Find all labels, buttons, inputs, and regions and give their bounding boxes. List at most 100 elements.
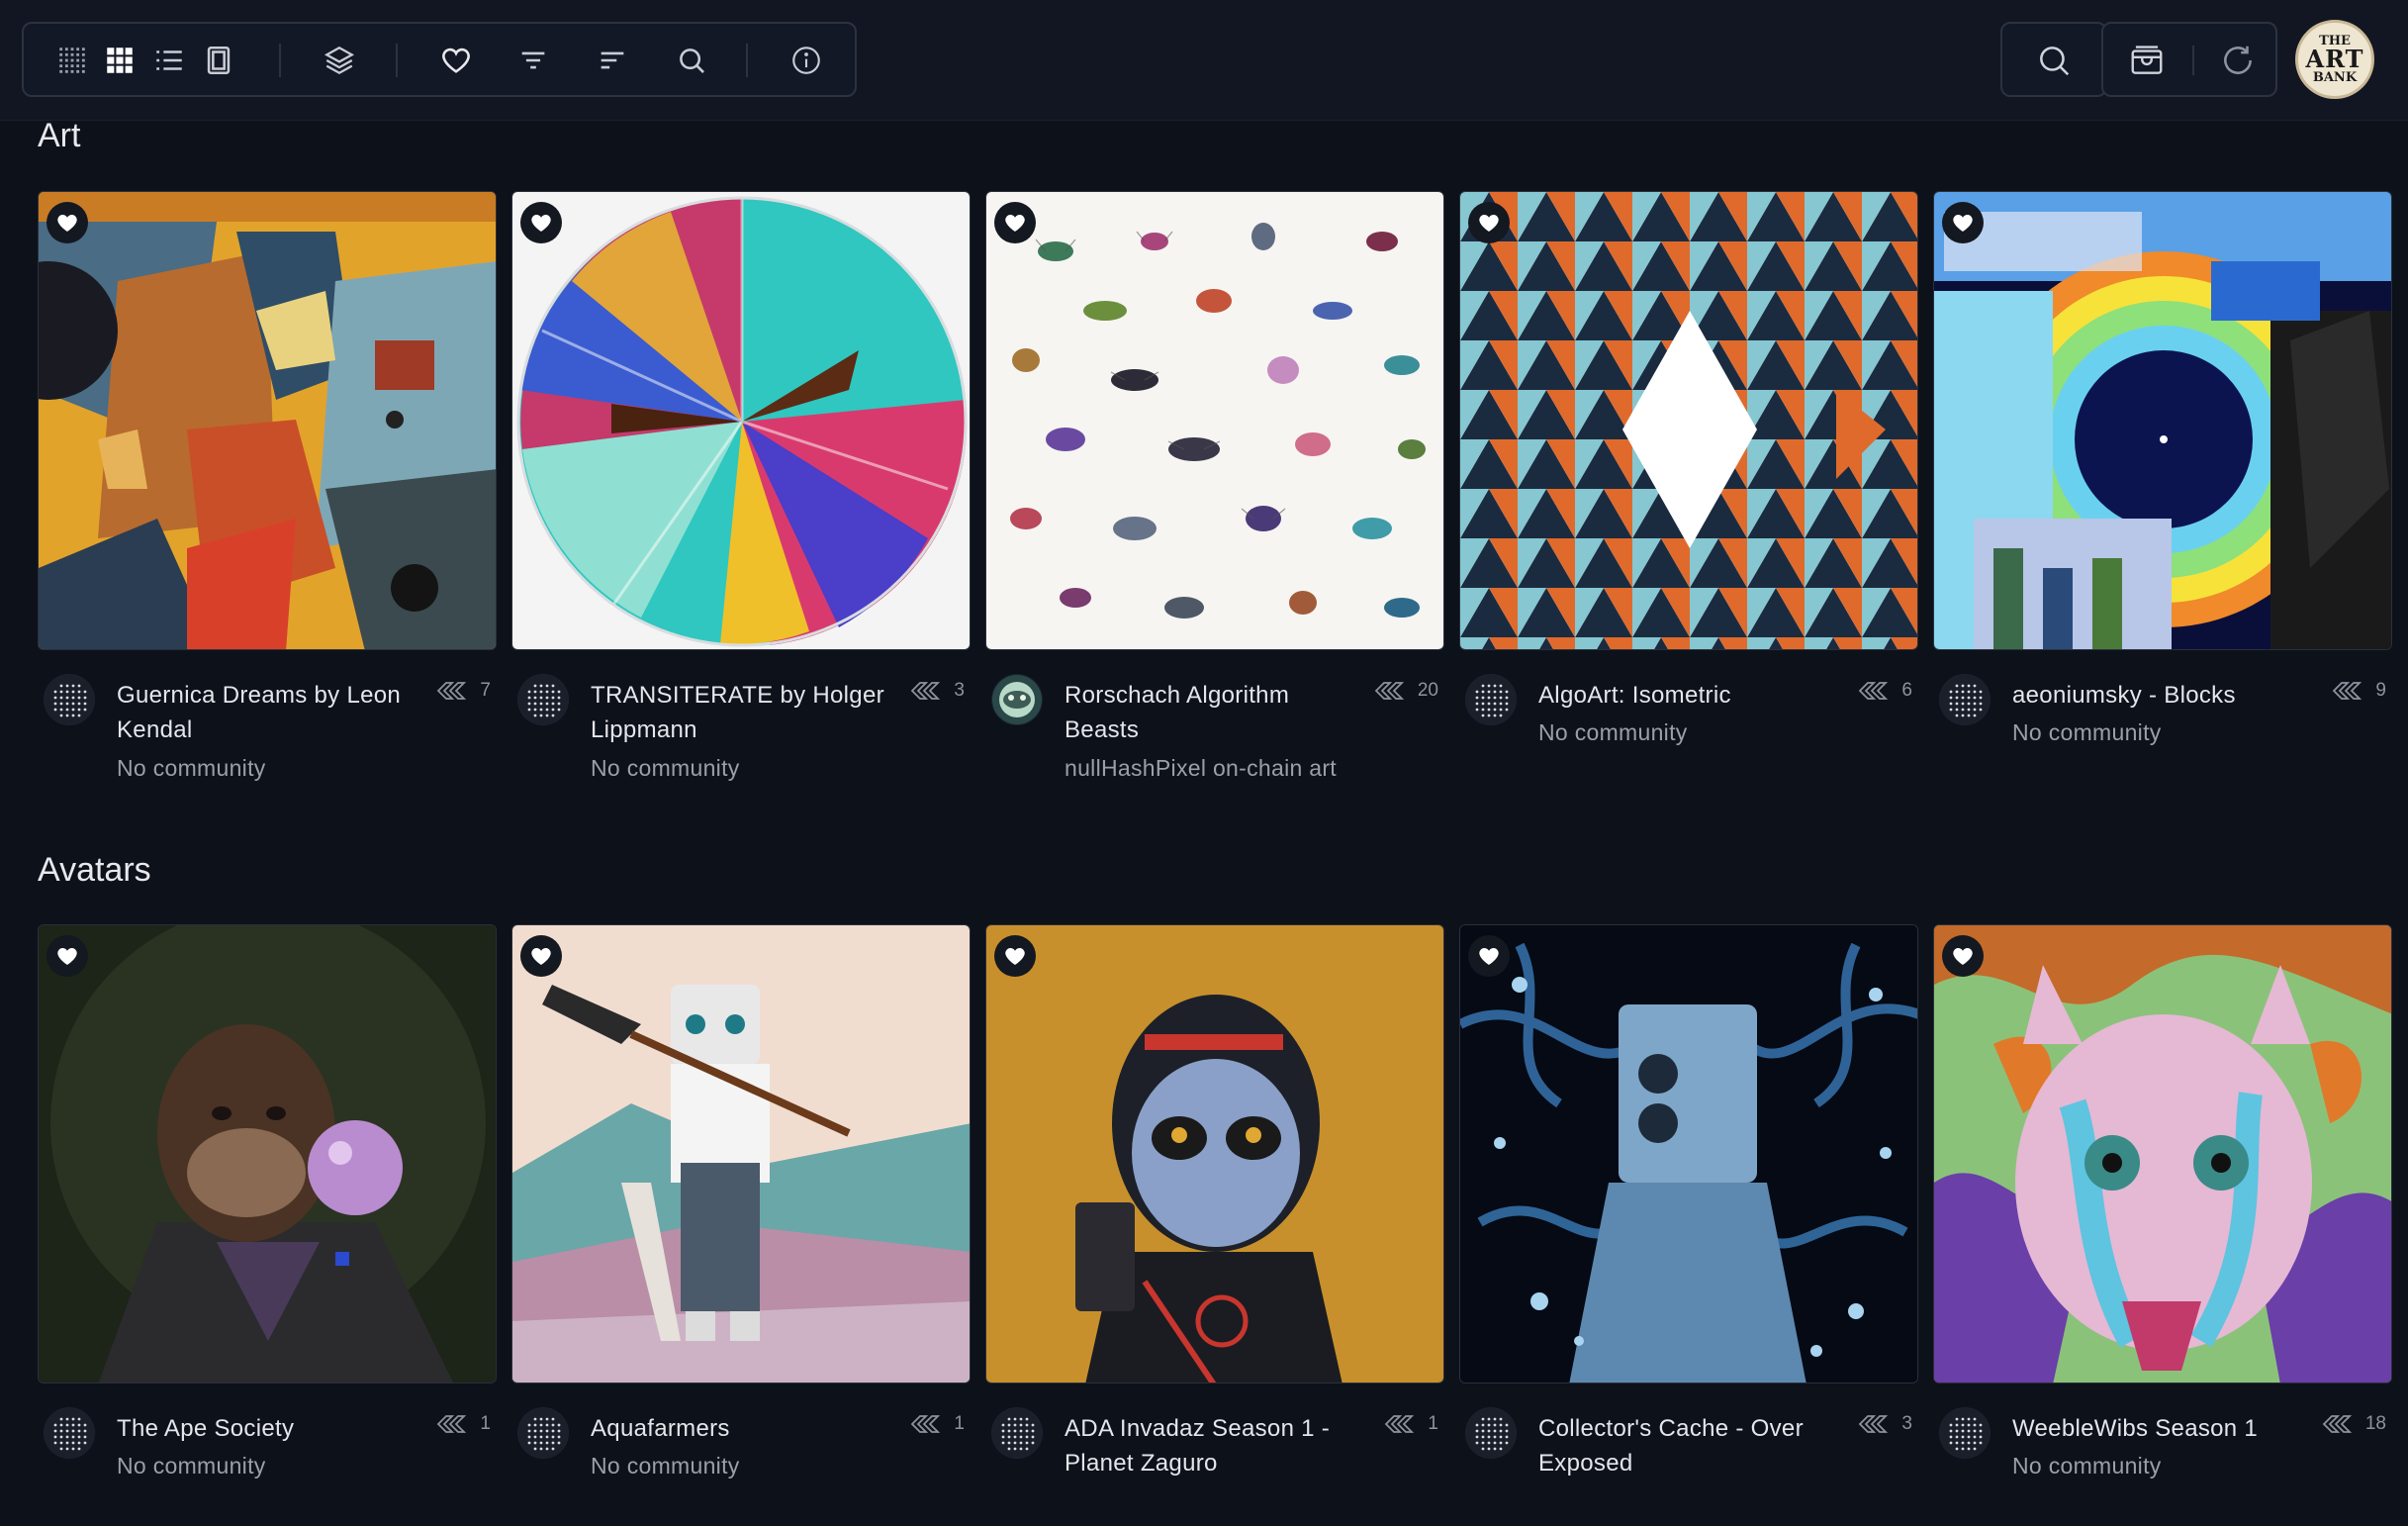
heart-icon [1479, 947, 1499, 965]
collection-thumbnail[interactable] [1933, 191, 2392, 650]
double-chevron-icon [1385, 1415, 1415, 1433]
favorite-button[interactable] [994, 935, 1036, 977]
heart-icon [57, 947, 77, 965]
collection-name[interactable]: aeoniumsky - Blocks [2012, 678, 2309, 713]
collection-card[interactable]: Guernica Dreams by Leon Kendal No commun… [38, 191, 497, 793]
collection-name[interactable]: The Ape Society [117, 1411, 414, 1446]
search-icon[interactable] [2032, 39, 2076, 82]
refresh-icon[interactable] [2216, 39, 2260, 82]
collection-logo [1465, 674, 1517, 725]
collection-name[interactable]: Rorschach Algorithm Beasts [1065, 678, 1361, 747]
community-label: No community [2012, 719, 2162, 745]
community-label: No community [117, 755, 266, 781]
collection-thumbnail[interactable] [1459, 924, 1918, 1383]
collection-thumbnail[interactable] [985, 924, 1444, 1383]
collection-logo [1465, 1407, 1517, 1459]
wallet-icon[interactable] [2125, 39, 2169, 82]
collection-logo [517, 1407, 569, 1459]
collection-thumbnail[interactable] [511, 924, 971, 1383]
collection-thumbnail[interactable] [38, 924, 497, 1383]
collection-name[interactable]: WeebleWibs Season 1 [2012, 1411, 2309, 1446]
item-count: 20 [1374, 680, 1438, 702]
favorite-button[interactable] [1942, 935, 1984, 977]
collection-thumbnail[interactable] [38, 191, 497, 650]
favorite-button[interactable] [46, 935, 88, 977]
community-label: No community [117, 1453, 266, 1478]
collection-thumbnail[interactable] [985, 191, 1444, 650]
double-chevron-icon [911, 1415, 941, 1433]
collection-name[interactable]: Guernica Dreams by Leon Kendal [117, 678, 414, 747]
favorite-button[interactable] [520, 935, 562, 977]
collection-card[interactable]: aeoniumsky - Blocks No community 9 [1933, 191, 2392, 793]
collection-card[interactable]: Rorschach Algorithm Beasts nullHashPixel… [985, 191, 1444, 793]
favorite-button[interactable] [520, 202, 562, 243]
collection-name[interactable]: ADA Invadaz Season 1 - Planet Zaguro [1065, 1411, 1361, 1480]
list-icon[interactable] [146, 38, 192, 83]
heart-icon [1005, 214, 1025, 232]
double-chevron-icon [437, 682, 467, 700]
community-label: No community [591, 1453, 740, 1478]
heart-icon [531, 214, 551, 232]
double-chevron-icon [1859, 1415, 1889, 1433]
collection-card[interactable]: Collector's Cache - Over Exposed 3 [1459, 924, 1918, 1526]
collection-card[interactable]: TRANSITERATE by Holger Lippmann No commu… [511, 191, 971, 793]
item-count: 18 [2322, 1413, 2386, 1435]
global-search-box [2000, 22, 2107, 97]
double-chevron-icon [2333, 682, 2362, 700]
collection-card[interactable]: Aquafarmers No community 1 [511, 924, 971, 1526]
collection-name[interactable]: Collector's Cache - Over Exposed [1538, 1411, 1835, 1480]
double-chevron-icon [1374, 682, 1405, 700]
favorite-button[interactable] [1942, 202, 1984, 243]
favorite-button[interactable] [1468, 935, 1510, 977]
item-count: 3 [910, 680, 965, 702]
collection-name[interactable]: TRANSITERATE by Holger Lippmann [591, 678, 887, 747]
collection-card[interactable]: WeebleWibs Season 1 No community 18 [1933, 924, 2392, 1526]
item-count: 9 [2332, 680, 2386, 702]
single-view-icon[interactable] [196, 38, 241, 83]
section-title-avatars: Avatars [38, 851, 151, 889]
collection-card[interactable]: ADA Invadaz Season 1 - Planet Zaguro 1 [985, 924, 1444, 1526]
filter-icon[interactable] [510, 38, 556, 83]
heart-icon [1005, 947, 1025, 965]
grid-icon[interactable] [97, 38, 142, 83]
collection-logo [44, 674, 95, 725]
sort-icon[interactable] [590, 38, 635, 83]
community-label: No community [1538, 719, 1688, 745]
avatar[interactable]: THE ART BANK [2295, 20, 2374, 99]
heart-icon [57, 214, 77, 232]
item-count: 1 [1384, 1413, 1438, 1435]
search-icon[interactable] [669, 38, 714, 83]
view-toolbar [22, 22, 857, 97]
heart-icon [1953, 947, 1973, 965]
layers-icon[interactable] [317, 38, 362, 83]
favorite-button[interactable] [994, 202, 1036, 243]
collection-thumbnail[interactable] [511, 191, 971, 650]
collection-thumbnail[interactable] [1459, 191, 1918, 650]
collection-name[interactable]: AlgoArt: Isometric [1538, 678, 1835, 713]
community-label: nullHashPixel on-chain art [1065, 755, 1337, 781]
heart-icon[interactable] [433, 38, 479, 83]
collection-name[interactable]: Aquafarmers [591, 1411, 887, 1446]
favorite-button[interactable] [1468, 202, 1510, 243]
collection-logo [517, 674, 569, 725]
info-icon[interactable] [784, 38, 829, 83]
collection-logo [991, 1407, 1043, 1459]
collection-card[interactable]: AlgoArt: Isometric No community 6 [1459, 191, 1918, 793]
community-label: No community [591, 755, 740, 781]
double-chevron-icon [911, 682, 941, 700]
section-title-art: Art [38, 117, 81, 154]
item-count: 1 [910, 1413, 965, 1435]
collection-logo [991, 674, 1043, 725]
collection-card[interactable]: The Ape Society No community 1 [38, 924, 497, 1526]
heart-icon [1479, 214, 1499, 232]
collection-logo [1939, 674, 1991, 725]
grid-dense-icon[interactable] [49, 38, 95, 83]
favorite-button[interactable] [46, 202, 88, 243]
collection-thumbnail[interactable] [1933, 924, 2392, 1383]
item-count: 6 [1858, 680, 1912, 702]
item-count: 1 [436, 1413, 491, 1435]
community-label: No community [2012, 1453, 2162, 1478]
item-count: 7 [436, 680, 491, 702]
wallet-refresh-box [2101, 22, 2277, 97]
collection-logo [44, 1407, 95, 1459]
